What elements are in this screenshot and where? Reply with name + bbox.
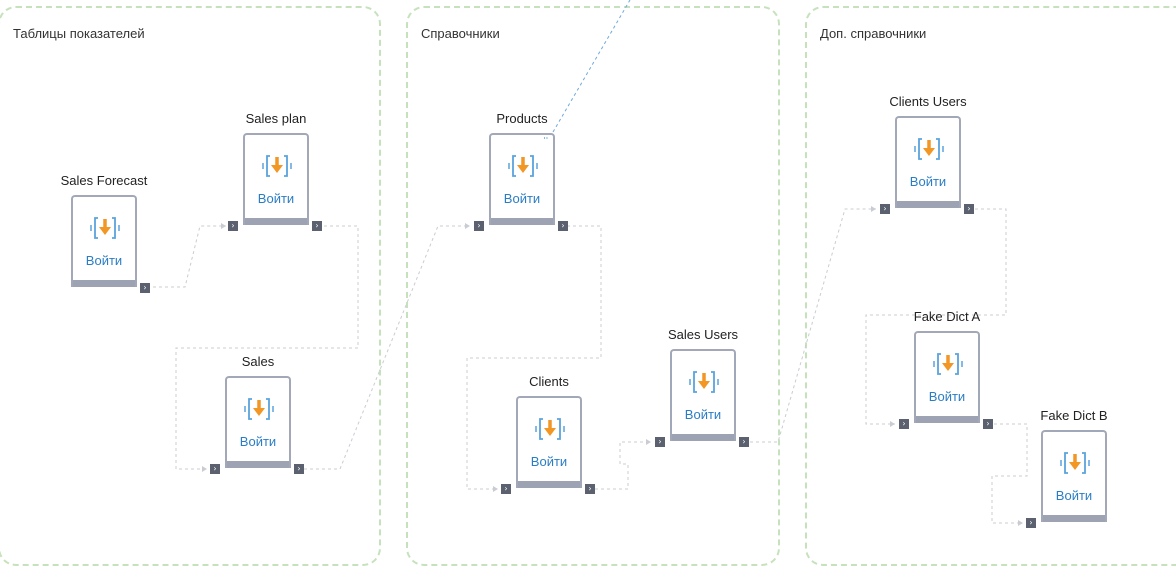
node-title: Sales	[241, 354, 275, 369]
input-port[interactable]: ›	[899, 419, 909, 429]
input-port[interactable]: ›	[210, 464, 220, 474]
enter-icon	[535, 418, 565, 440]
output-port[interactable]: ›	[558, 221, 568, 231]
node-status-bar	[672, 434, 734, 441]
input-port[interactable]: ›	[501, 484, 511, 494]
output-port[interactable]: ›	[983, 419, 993, 429]
node-status-bar	[916, 416, 978, 423]
node-status-bar	[227, 461, 289, 468]
node-title: Sales Users	[667, 327, 739, 342]
group-title: Доп. справочники	[820, 26, 927, 41]
node-status-bar	[1043, 515, 1105, 522]
node-status-bar	[491, 218, 553, 225]
enter-button[interactable]: Войти	[243, 133, 309, 225]
node-title: Sales plan	[245, 111, 307, 126]
enter-icon	[508, 155, 538, 177]
input-port[interactable]: ›	[880, 204, 890, 214]
input-port[interactable]: ›	[1026, 518, 1036, 528]
node-title: Products	[496, 111, 548, 126]
output-port[interactable]: ›	[294, 464, 304, 474]
input-port[interactable]: ›	[655, 437, 665, 447]
enter-link[interactable]: Войти	[227, 434, 289, 449]
group-extra-dictionaries: Доп. справочники	[805, 6, 1176, 566]
input-port[interactable]: ›	[474, 221, 484, 231]
enter-button[interactable]: Войти	[225, 376, 291, 468]
node-title: Fake Dict B	[1040, 408, 1108, 423]
node-status-bar	[897, 201, 959, 208]
enter-link[interactable]: Войти	[897, 174, 959, 189]
enter-link[interactable]: Войти	[1043, 488, 1105, 503]
external-link-badge-icon[interactable]: ʿʿ	[541, 137, 551, 145]
enter-link[interactable]: Войти	[73, 253, 135, 268]
output-port[interactable]: ›	[964, 204, 974, 214]
enter-link[interactable]: Войти	[518, 454, 580, 469]
enter-icon	[90, 217, 120, 239]
group-title: Таблицы показателей	[13, 26, 145, 41]
enter-icon	[1060, 452, 1090, 474]
node-title: Clients	[529, 374, 569, 389]
output-port[interactable]: ›	[739, 437, 749, 447]
enter-button[interactable]: Войти	[1041, 430, 1107, 522]
enter-button[interactable]: ʿʿ Войти	[489, 133, 555, 225]
output-port[interactable]: ›	[140, 283, 150, 293]
node-title: Sales Forecast	[60, 173, 148, 188]
input-port[interactable]: ›	[228, 221, 238, 231]
output-port[interactable]: ›	[585, 484, 595, 494]
enter-icon	[914, 138, 944, 160]
node-title: Fake Dict A	[913, 309, 981, 324]
node-title: Clients Users	[889, 94, 967, 109]
enter-link[interactable]: Войти	[916, 389, 978, 404]
enter-link[interactable]: Войти	[245, 191, 307, 206]
output-port[interactable]: ›	[312, 221, 322, 231]
group-title: Справочники	[421, 26, 500, 41]
enter-icon	[244, 398, 274, 420]
enter-icon	[262, 155, 292, 177]
enter-button[interactable]: Войти	[670, 349, 736, 441]
enter-link[interactable]: Войти	[672, 407, 734, 422]
enter-button[interactable]: Войти	[895, 116, 961, 208]
node-status-bar	[73, 280, 135, 287]
group-dictionaries: Справочники	[406, 6, 780, 566]
node-status-bar	[518, 481, 580, 488]
enter-icon	[689, 371, 719, 393]
group-indicator-tables: Таблицы показателей	[0, 6, 381, 566]
enter-button[interactable]: Войти	[516, 396, 582, 488]
enter-button[interactable]: Войти	[71, 195, 137, 287]
enter-button[interactable]: Войти	[914, 331, 980, 423]
enter-icon	[933, 353, 963, 375]
node-status-bar	[245, 218, 307, 225]
enter-link[interactable]: Войти	[491, 191, 553, 206]
